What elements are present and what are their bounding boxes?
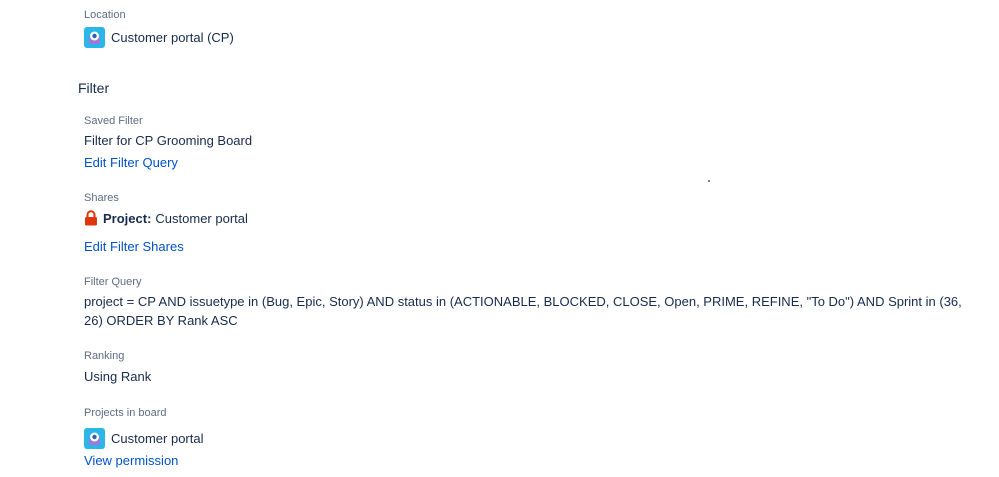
- stray-dot: [708, 180, 710, 182]
- edit-filter-shares-link[interactable]: Edit Filter Shares: [84, 238, 184, 256]
- project-avatar-icon: [84, 26, 105, 48]
- projects-in-board-label: Projects in board: [84, 407, 167, 419]
- view-permission-link[interactable]: View permission: [84, 452, 178, 470]
- share-value: Customer portal: [155, 210, 248, 226]
- edit-filter-query-link[interactable]: Edit Filter Query: [84, 154, 178, 172]
- filter-query-label: Filter Query: [84, 276, 142, 288]
- share-type-label: Project:: [103, 210, 152, 226]
- board-project-name: Customer portal: [111, 430, 204, 446]
- lock-icon: [84, 210, 98, 226]
- board-settings-page: Location Customer portal (CP) Filter Sav…: [0, 0, 999, 477]
- location-label: Location: [84, 9, 126, 21]
- saved-filter-label: Saved Filter: [84, 115, 143, 127]
- shares-label: Shares: [84, 192, 119, 204]
- location-project[interactable]: Customer portal (CP): [84, 26, 234, 48]
- board-project[interactable]: Customer portal: [84, 427, 203, 449]
- project-avatar-icon: [84, 427, 105, 449]
- ranking-label: Ranking: [84, 350, 125, 362]
- ranking-value: Using Rank: [84, 369, 152, 384]
- filter-section-title: Filter: [78, 80, 110, 96]
- share-entry: Project: Customer portal: [84, 208, 248, 228]
- saved-filter-value: Filter for CP Grooming Board: [84, 133, 253, 148]
- location-project-name: Customer portal (CP): [111, 29, 234, 45]
- filter-query-value: project = CP AND issuetype in (Bug, Epic…: [84, 294, 962, 328]
